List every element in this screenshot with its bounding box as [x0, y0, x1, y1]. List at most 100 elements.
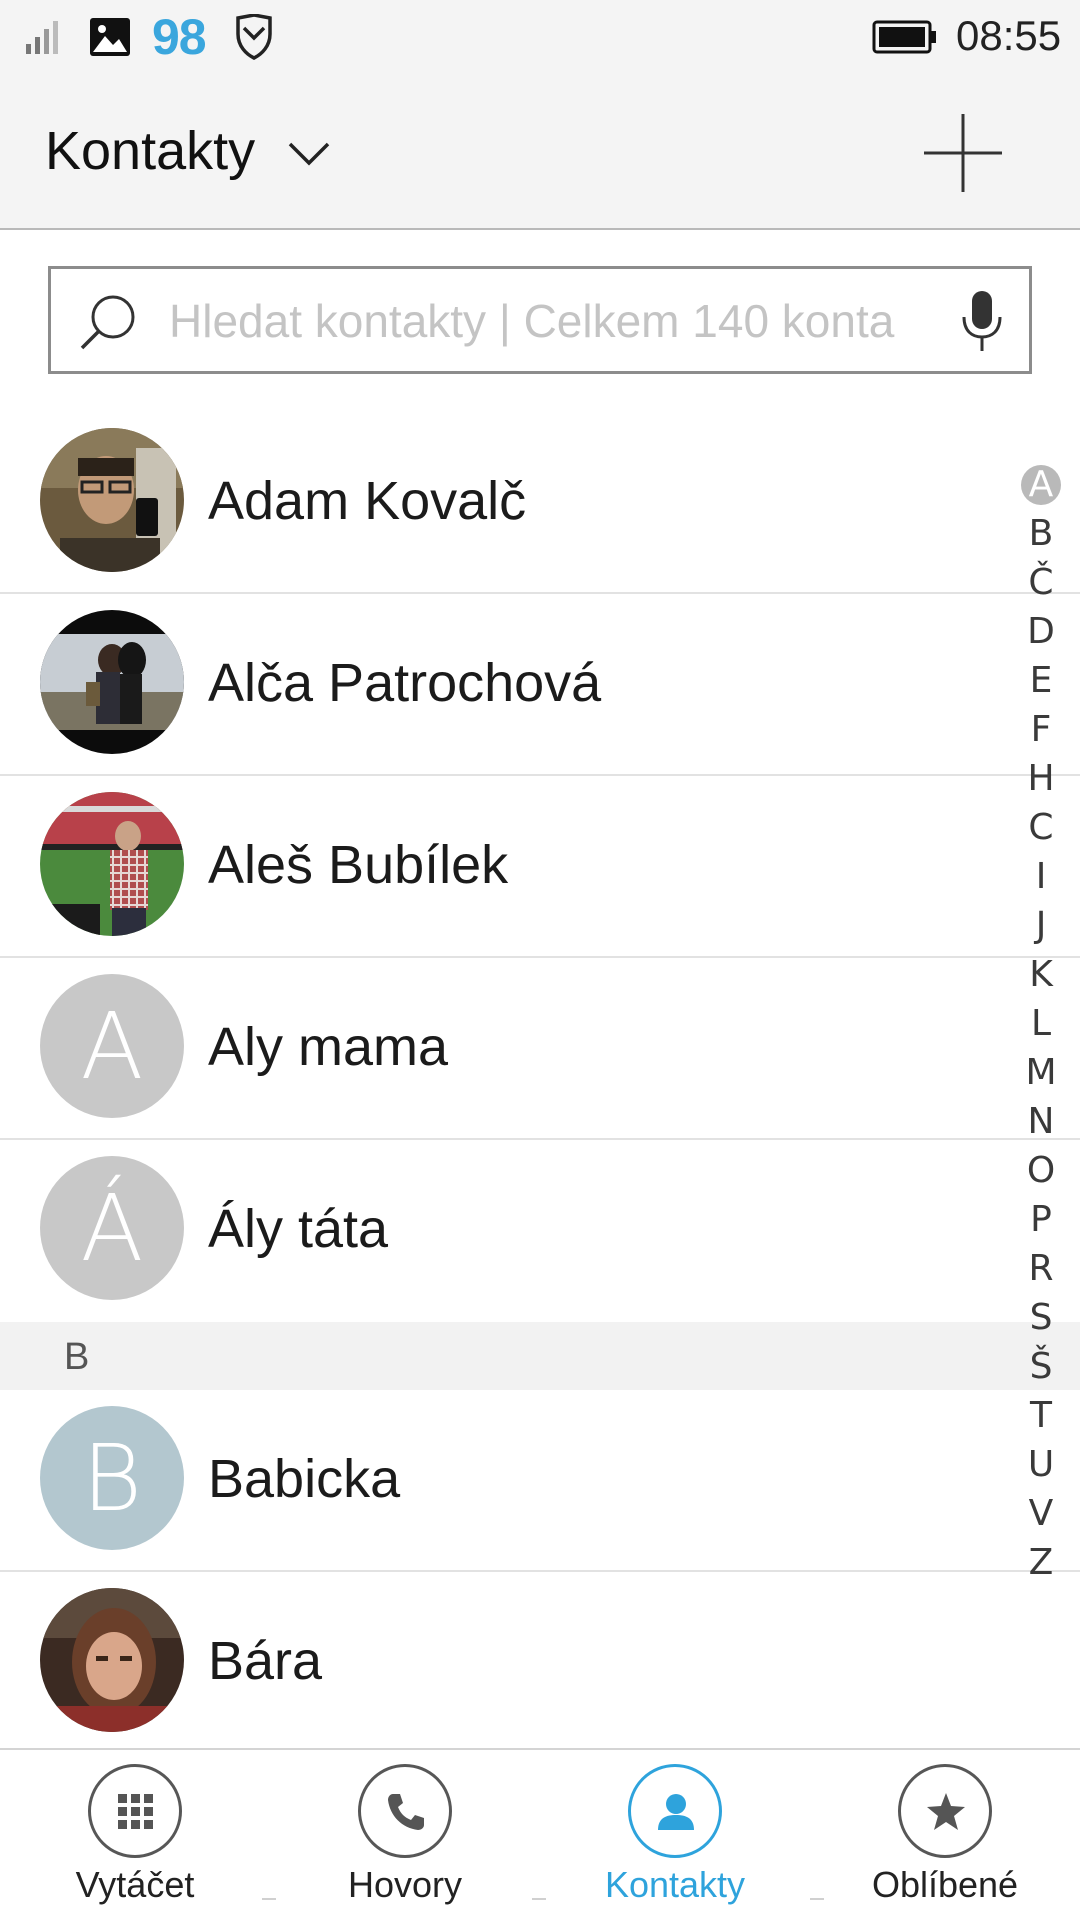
contact-row[interactable]: Bára — [0, 1572, 1080, 1754]
contact-name: Adam Kovalč — [208, 471, 527, 531]
alphabet-index-letter[interactable]: N — [1018, 1097, 1064, 1146]
microphone-icon[interactable] — [959, 289, 1005, 355]
signal-icon — [26, 21, 58, 54]
tab-favorites[interactable]: Oblíbené — [810, 1750, 1080, 1920]
contact-row[interactable]: Aleš Bubílek — [0, 776, 1080, 958]
alphabet-letter-label: M — [1025, 1052, 1057, 1093]
tab-label: Vytáčet — [75, 1864, 195, 1905]
app-header: Kontakty — [0, 78, 1080, 230]
alphabet-index-letter[interactable]: H — [1018, 754, 1064, 803]
alphabet-letter-label: N — [1027, 1101, 1055, 1142]
contact-letter-avatar: A — [40, 974, 184, 1118]
alphabet-letter-label: E — [1029, 660, 1053, 701]
chevron-down-icon[interactable] — [286, 138, 332, 168]
alphabet-letter-label: O — [1026, 1150, 1056, 1191]
alphabet-index-letter[interactable]: O — [1018, 1146, 1064, 1195]
alphabet-letter-label: I — [1035, 856, 1047, 897]
alphabet-index-letter[interactable]: B — [1018, 509, 1064, 558]
alphabet-letter-label: K — [1029, 954, 1053, 995]
contact-list: Adam Kovalč Alča Patrochová Aleš Bubílek… — [0, 412, 1080, 1754]
contact-row[interactable]: Adam Kovalč — [0, 412, 1080, 594]
contact-name: Ály táta — [208, 1199, 389, 1259]
alphabet-index[interactable]: ABČDEFHCIJKLMNOPRSŠTUVZ — [1018, 460, 1064, 1587]
alphabet-letter-label: H — [1027, 758, 1055, 799]
contact-photo-avatar — [40, 792, 184, 936]
contact-photo-avatar — [40, 1588, 184, 1732]
tab-label: Kontakty — [604, 1864, 746, 1905]
alphabet-letter-label: Č — [1028, 562, 1054, 603]
alphabet-letter-label: A — [1028, 464, 1054, 505]
contact-row[interactable]: B Babicka — [0, 1390, 1080, 1572]
alphabet-index-letter[interactable]: I — [1018, 852, 1064, 901]
contact-name: Alča Patrochová — [208, 653, 602, 713]
alphabet-index-letter[interactable]: S — [1018, 1293, 1064, 1342]
alphabet-index-letter[interactable]: J — [1018, 901, 1064, 950]
alphabet-letter-label: S — [1029, 1297, 1053, 1338]
alphabet-letter-label: Š — [1029, 1346, 1053, 1387]
alphabet-index-letter[interactable]: A — [1018, 460, 1064, 509]
alphabet-letter-label: F — [1030, 709, 1052, 750]
tab-label: Hovory — [347, 1864, 463, 1905]
alphabet-index-letter[interactable]: C — [1018, 803, 1064, 852]
search-icon — [80, 295, 135, 350]
search-input[interactable] — [169, 287, 969, 355]
alphabet-letter-label: L — [1030, 1003, 1052, 1044]
contact-name: Aly mama — [208, 1017, 449, 1077]
contact-name: Bára — [208, 1631, 323, 1691]
tab-calls[interactable]: Hovory — [270, 1750, 540, 1920]
alphabet-index-letter[interactable]: M — [1018, 1048, 1064, 1097]
alphabet-index-letter[interactable]: Š — [1018, 1342, 1064, 1391]
contacts-button[interactable] — [628, 1764, 722, 1858]
alphabet-index-letter[interactable]: Z — [1018, 1538, 1064, 1587]
contact-name: Aleš Bubílek — [208, 835, 509, 895]
battery-icon — [872, 20, 936, 54]
contact-name: Babicka — [208, 1449, 401, 1509]
alphabet-index-letter[interactable]: T — [1018, 1391, 1064, 1440]
person-icon — [658, 1794, 694, 1830]
section-letter: B — [64, 1336, 90, 1378]
contact-row[interactable]: Á Ály táta — [0, 1140, 1080, 1322]
alphabet-index-letter[interactable]: F — [1018, 705, 1064, 754]
alphabet-index-letter[interactable]: U — [1018, 1440, 1064, 1489]
status-bar: 98 08:55 — [0, 0, 1080, 78]
calls-button[interactable] — [358, 1764, 452, 1858]
contact-row[interactable]: Alča Patrochová — [0, 594, 1080, 776]
contact-letter-avatar: Á — [40, 1156, 184, 1300]
contact-letter-avatar: B — [40, 1406, 184, 1550]
tab-contacts[interactable]: Kontakty — [540, 1750, 810, 1920]
section-header-b: B — [0, 1322, 1080, 1390]
alphabet-index-letter[interactable]: Č — [1018, 558, 1064, 607]
alphabet-index-letter[interactable]: V — [1018, 1489, 1064, 1538]
contact-photo-avatar — [40, 428, 184, 572]
favorites-button[interactable] — [898, 1764, 992, 1858]
gallery-notification-icon — [90, 18, 130, 56]
contact-photo-avatar — [40, 610, 184, 754]
contact-row[interactable]: A Aly mama — [0, 958, 1080, 1140]
shield-icon — [236, 14, 272, 60]
alphabet-letter-label: R — [1028, 1248, 1054, 1289]
dialpad-icon — [118, 1794, 153, 1829]
alphabet-letter-label: D — [1027, 611, 1055, 652]
alphabet-letter-label: Z — [1028, 1542, 1054, 1583]
alphabet-index-letter[interactable]: P — [1018, 1195, 1064, 1244]
page-title[interactable]: Kontakty — [45, 120, 255, 182]
bottom-navigation: Vytáčet Hovory Kontakty Oblíbené — [0, 1748, 1080, 1920]
search-bar — [48, 266, 1032, 374]
alphabet-index-letter[interactable]: L — [1018, 999, 1064, 1048]
alphabet-letter-label: T — [1030, 1395, 1052, 1436]
alphabet-index-letter[interactable]: D — [1018, 607, 1064, 656]
alphabet-letter-label: B — [1028, 513, 1054, 554]
alphabet-index-letter[interactable]: E — [1018, 656, 1064, 705]
notification-count: 98 — [152, 9, 207, 65]
alphabet-index-letter[interactable]: R — [1018, 1244, 1064, 1293]
phone-icon — [388, 1794, 424, 1830]
alphabet-index-letter[interactable]: K — [1018, 950, 1064, 999]
tab-dialer[interactable]: Vytáčet — [0, 1750, 270, 1920]
alphabet-letter-label: U — [1027, 1444, 1055, 1485]
add-contact-button[interactable] — [920, 110, 1006, 196]
tab-label: Oblíbené — [871, 1864, 1019, 1905]
star-icon — [927, 1793, 965, 1830]
alphabet-letter-label: P — [1030, 1199, 1052, 1240]
dialpad-button[interactable] — [88, 1764, 182, 1858]
clock: 08:55 — [956, 12, 1062, 59]
